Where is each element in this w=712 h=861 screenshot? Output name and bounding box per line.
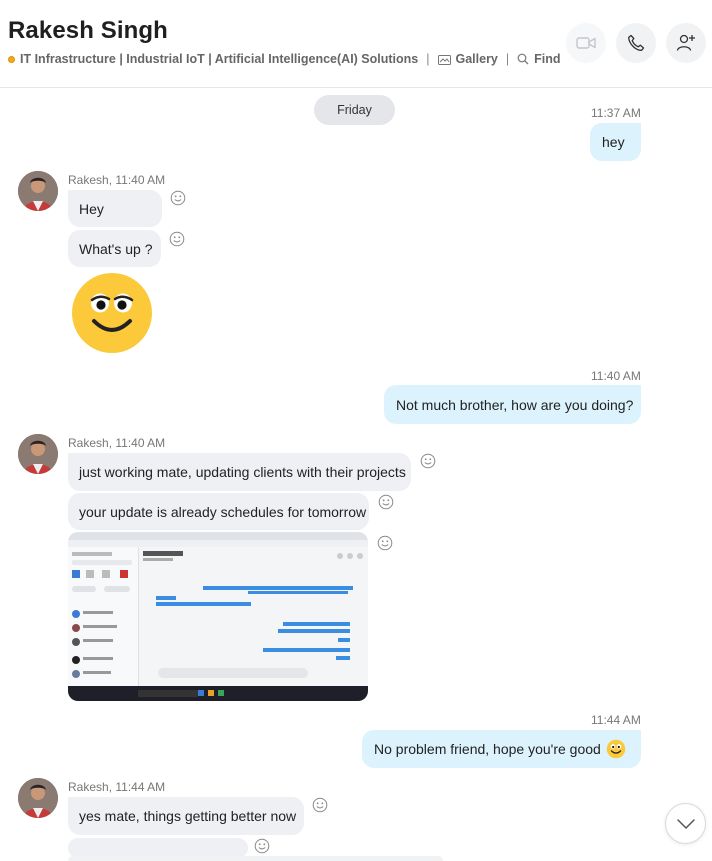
- add-person-icon: [676, 34, 695, 51]
- smiley-emoji: [606, 739, 626, 759]
- add-reaction-icon[interactable]: [312, 797, 328, 813]
- sender-timestamp: Rakesh, 11:40 AM: [68, 436, 166, 450]
- contact-mood-message: IT Infrastructure | Industrial IoT | Art…: [20, 52, 419, 66]
- incoming-message[interactable]: your update is already schedules for tom…: [68, 493, 369, 530]
- message-timestamp: 11:40 AM: [591, 369, 641, 383]
- sender-timestamp: Rakesh, 11:40 AM: [68, 173, 166, 187]
- scroll-to-bottom-button[interactable]: [665, 803, 706, 844]
- add-people-button[interactable]: [666, 23, 706, 63]
- separator: |: [426, 52, 430, 66]
- incoming-message[interactable]: just working mate, updating clients with…: [68, 453, 411, 491]
- outgoing-message[interactable]: Not much brother, how are you doing?: [384, 385, 641, 424]
- separator: |: [505, 52, 510, 66]
- avatar[interactable]: [18, 171, 58, 211]
- outgoing-message-text: No problem friend, hope you're good: [374, 741, 601, 757]
- contact-subtitle: IT Infrastructure | Industrial IoT | Art…: [8, 52, 561, 66]
- chevron-down-icon: [676, 818, 695, 829]
- smiley-emoticon[interactable]: [71, 272, 153, 354]
- incoming-message[interactable]: What's up ?: [68, 230, 161, 267]
- add-reaction-icon[interactable]: [169, 231, 185, 247]
- gallery-label: Gallery: [455, 52, 498, 66]
- audio-call-icon: [628, 34, 645, 51]
- incoming-message-partial[interactable]: [68, 838, 248, 858]
- add-reaction-icon[interactable]: [377, 535, 393, 551]
- add-reaction-icon[interactable]: [254, 838, 270, 854]
- avatar-photo-icon: [18, 434, 58, 474]
- incoming-message[interactable]: yes mate, things getting better now: [68, 797, 304, 835]
- sender-timestamp: Rakesh, 11:44 AM: [68, 780, 166, 794]
- avatar-photo-icon: [18, 778, 58, 818]
- find-link[interactable]: Find: [517, 52, 561, 66]
- message-timestamp: 11:37 AM: [591, 106, 641, 120]
- contact-name[interactable]: Rakesh Singh: [8, 17, 168, 45]
- outgoing-message[interactable]: No problem friend, hope you're good: [362, 730, 641, 768]
- avatar-photo-icon: [18, 171, 58, 211]
- gallery-icon: [437, 54, 451, 65]
- incoming-message[interactable]: Hey: [68, 190, 162, 227]
- gallery-link[interactable]: Gallery: [437, 52, 498, 66]
- screenshot-thumbnail-icon: [68, 532, 368, 701]
- video-call-button[interactable]: [566, 23, 606, 63]
- add-reaction-icon[interactable]: [170, 190, 186, 206]
- add-reaction-icon[interactable]: [420, 453, 436, 469]
- find-label: Find: [534, 52, 561, 66]
- search-icon: [517, 53, 529, 65]
- chat-header: Rakesh Singh IT Infrastructure | Industr…: [0, 0, 712, 88]
- add-reaction-icon[interactable]: [378, 494, 394, 510]
- status-dot-icon: [8, 55, 15, 63]
- incoming-message-partial[interactable]: [68, 856, 443, 861]
- avatar[interactable]: [18, 778, 58, 818]
- day-divider: Friday: [314, 95, 395, 125]
- message-timestamp: 11:44 AM: [591, 713, 641, 727]
- screenshot-image[interactable]: [68, 532, 368, 701]
- video-call-icon: [576, 37, 596, 49]
- audio-call-button[interactable]: [616, 23, 656, 63]
- outgoing-message[interactable]: hey: [590, 123, 641, 161]
- avatar[interactable]: [18, 434, 58, 474]
